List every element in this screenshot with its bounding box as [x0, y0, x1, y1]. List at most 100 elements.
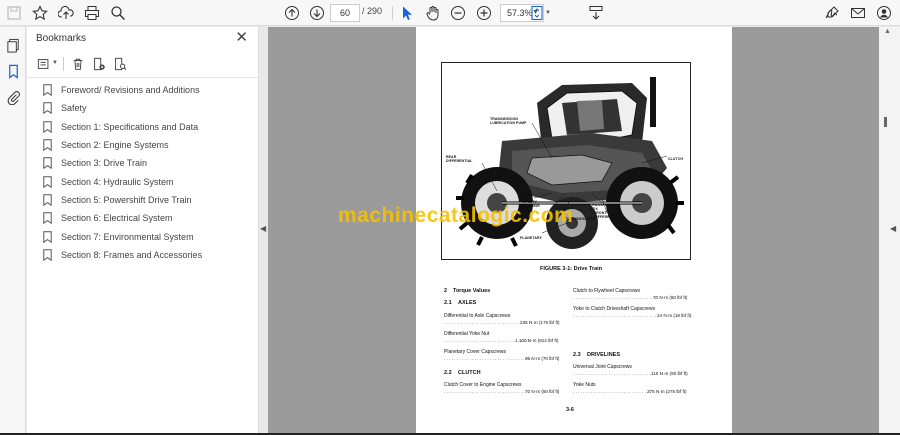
bookmark-item[interactable]: Section 4: Hydraulic System	[43, 172, 253, 190]
bookmark-item[interactable]: Section 5: Powershift Drive Train	[43, 191, 253, 209]
subsection-title: DRIVELINES	[587, 352, 621, 358]
bookmarks-panel: Bookmarks ✕ ▼ Foreword/ Revisions and Ad…	[27, 27, 259, 435]
bookmark-icon	[43, 248, 53, 261]
bookmark-item[interactable]: Safety	[43, 99, 253, 117]
torque-item: Planetary Cover Capscrews	[444, 349, 506, 355]
subsection-title: CLUTCH	[458, 370, 481, 376]
torque-leader: . . . . . . . . . . . . . . . . . . . . …	[573, 313, 659, 318]
bookmark-item[interactable]: Section 7: Environmental System	[43, 227, 253, 245]
scroll-mode-icon[interactable]	[586, 3, 606, 23]
torque-item: Clutch to Flywheel Capscrews	[573, 288, 640, 294]
torque-item: Clutch Cover to Engine Capscrews	[444, 382, 522, 388]
scroll-up-icon[interactable]: ▲	[884, 28, 891, 35]
bookmark-search-icon[interactable]	[111, 55, 129, 73]
torque-value: 375 N·m (275 lbf ft)	[647, 389, 687, 394]
bookmark-icon	[43, 230, 53, 243]
drive-train-figure	[441, 62, 691, 260]
label-rear-differential: REAR DIFFERENTIAL	[446, 155, 473, 163]
torque-leader: . . . . . . . . . . . . . . . . . . . . …	[573, 389, 651, 394]
expand-panel-icon[interactable]: ◀	[890, 224, 896, 233]
chevron-down-icon[interactable]: ▼	[52, 60, 58, 66]
torque-value: 110 N·m (90 lbf ft)	[651, 371, 688, 376]
page-number-label: 3-6	[566, 407, 574, 413]
subsection-number: 2.2	[444, 370, 452, 376]
section-number: 2	[444, 288, 448, 294]
close-icon[interactable]: ✕	[235, 29, 248, 47]
add-bookmark-icon[interactable]	[90, 55, 108, 73]
bookmark-label: Section 6: Electrical System	[61, 213, 173, 224]
chevron-down-icon[interactable]: ▼	[545, 10, 551, 16]
star-icon[interactable]	[30, 3, 50, 23]
torque-value: 70 N·m (50 lbf ft)	[525, 389, 560, 394]
top-toolbar: 60 / 290 57.3% ▼ ▼	[0, 0, 900, 26]
subsection-number: 2.1	[444, 300, 452, 306]
bookmark-item[interactable]: Section 3: Drive Train	[43, 154, 253, 172]
torque-item: Differential Yoke Nut	[444, 331, 490, 337]
torque-value: 95 N·m (70 lbf ft)	[525, 356, 560, 361]
upload-icon[interactable]	[56, 3, 76, 23]
label-planetary: PLANETARY	[520, 236, 542, 240]
bookmark-icon	[43, 102, 53, 115]
torque-value: 1 100 N·m (812 lbf ft)	[515, 338, 559, 343]
toolbar-divider	[63, 57, 64, 71]
bookmark-item[interactable]: Section 2: Engine Systems	[43, 136, 253, 154]
bookmark-label: Foreword/ Revisions and Additions	[61, 85, 200, 96]
mail-icon[interactable]	[848, 3, 868, 23]
bookmark-item[interactable]: Section 6: Electrical System	[43, 209, 253, 227]
scrollbar-thumb[interactable]	[884, 117, 887, 127]
torque-item: Yoke to Clutch Driveshaft Capscrews	[573, 306, 656, 312]
collapse-panel-icon[interactable]: ◀	[260, 224, 266, 233]
subsection-title: AXLES	[458, 300, 477, 306]
torque-value: 235 N·m (175 lbf ft)	[520, 320, 560, 325]
bookmark-icon	[43, 212, 53, 225]
tractor-illustration	[456, 77, 684, 249]
bookmark-label: Section 5: Powershift Drive Train	[61, 194, 192, 205]
torque-value: 70 N·m (50 lbf ft)	[653, 295, 688, 300]
hand-icon[interactable]	[423, 3, 443, 23]
bookmark-item[interactable]: Foreword/ Revisions and Additions	[43, 81, 253, 99]
bookmark-panel-icon[interactable]	[4, 62, 22, 80]
bookmark-icon	[43, 139, 53, 152]
zoom-out-icon[interactable]	[448, 3, 468, 23]
bookmark-label: Safety	[61, 103, 87, 114]
torque-leader: . . . . . . . . . . . . . . . . . . . . …	[444, 356, 533, 361]
bookmark-label: Section 1: Specifications and Data	[61, 121, 199, 132]
label-front-differential: FRONT DIFFERENTIAL	[594, 211, 621, 219]
pdf-viewer-window: 60 / 290 57.3% ▼ ▼ Bookmarks ✕ ▼ Forewor…	[0, 0, 900, 435]
page-number-input[interactable]: 60	[330, 4, 360, 22]
label-transfer-box: TRANSFER BOX	[590, 203, 610, 211]
bookmark-label: Section 8: Frames and Accessories	[61, 249, 203, 260]
figure-caption: FIGURE 3-1: Drive Train	[540, 266, 603, 272]
panel-title: Bookmarks	[36, 33, 87, 44]
fit-page-icon[interactable]	[527, 3, 547, 23]
search-icon[interactable]	[108, 3, 128, 23]
left-navigation-rail	[0, 27, 26, 435]
bookmark-item[interactable]: Section 1: Specifications and Data	[43, 118, 253, 136]
bookmark-icon	[43, 175, 53, 188]
page-down-icon[interactable]	[307, 3, 327, 23]
page-up-icon[interactable]	[282, 3, 302, 23]
select-cursor-icon[interactable]	[397, 3, 417, 23]
torque-leader: . . . . . . . . . . . . . . . . . . . . …	[444, 320, 522, 325]
save-icon[interactable]	[4, 3, 24, 23]
attachment-icon[interactable]	[4, 88, 22, 106]
account-icon[interactable]	[874, 3, 894, 23]
delete-icon[interactable]	[69, 55, 87, 73]
bookmark-label: Section 7: Environmental System	[61, 231, 194, 242]
sign-icon[interactable]	[822, 3, 842, 23]
bookmark-icon	[43, 193, 53, 206]
bookmark-label: Section 3: Drive Train	[61, 158, 148, 169]
torque-item: Yoke Nuts	[573, 382, 596, 388]
bookmark-item[interactable]: Section 8: Frames and Accessories	[43, 246, 253, 264]
bookmark-icon	[43, 84, 53, 97]
torque-leader: . . . . . . . . . . . . . . . . . . . . …	[573, 371, 654, 376]
pages-thumbnail-icon[interactable]	[4, 36, 22, 54]
label-clutch: CLUTCH	[668, 157, 683, 161]
page-total-label: / 290	[362, 6, 383, 16]
zoom-in-icon[interactable]	[474, 3, 494, 23]
watermark-text: machinecatalogic.com	[338, 204, 574, 227]
torque-leader: . . . . . . . . . . . . . . . . . . . . …	[444, 389, 530, 394]
print-icon[interactable]	[82, 3, 102, 23]
bookmark-label: Section 4: Hydraulic System	[61, 176, 174, 187]
bookmark-options-icon[interactable]	[35, 55, 53, 73]
